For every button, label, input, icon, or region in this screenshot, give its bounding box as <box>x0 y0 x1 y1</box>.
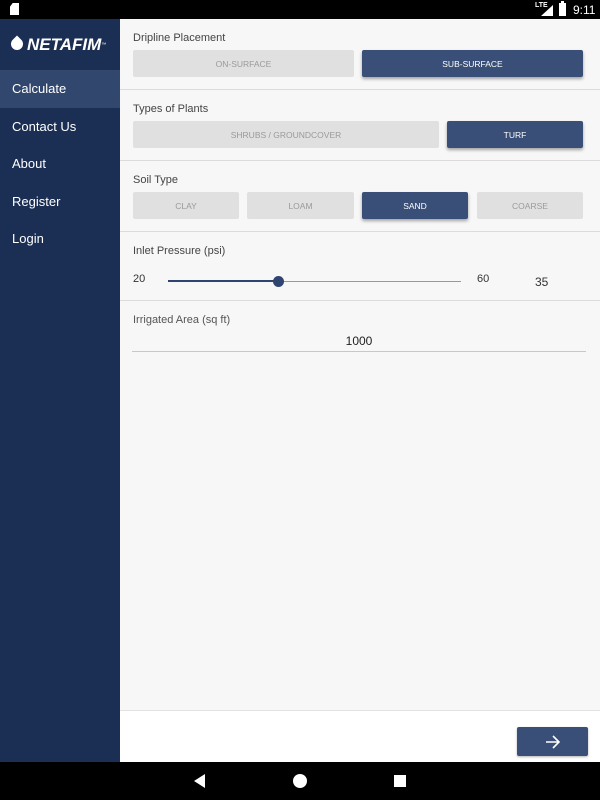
action-bar <box>120 710 600 762</box>
home-icon[interactable] <box>293 774 307 788</box>
sidebar-item-label: Login <box>12 231 44 247</box>
sidebar-item-register[interactable]: Register <box>0 183 120 221</box>
clock: 9:11 <box>573 3 596 17</box>
button-label: SUB-SURFACE <box>442 58 503 69</box>
button-label: SAND <box>403 200 427 211</box>
loam-button[interactable]: LOAM <box>247 192 354 219</box>
pressure-section: Inlet Pressure (psi) <box>120 232 600 301</box>
sidebar-item-label: Contact Us <box>12 118 77 134</box>
sidebar-item-label: About <box>12 156 46 172</box>
plants-title: Types of Plants <box>133 103 209 115</box>
sidebar-item-label: Register <box>12 193 61 209</box>
netafim-logo: NETAFIM ™ <box>0 19 120 70</box>
status-bar: LTE 9:11 <box>0 0 600 19</box>
pressure-value: 35 <box>535 275 549 289</box>
logo-text: NETAFIM <box>27 34 102 54</box>
button-label: CLAY <box>175 200 197 211</box>
button-label: LOAM <box>288 200 313 211</box>
sidebar-item-label: Calculate <box>12 81 67 97</box>
on-surface-button[interactable]: ON-SURFACE <box>133 50 354 77</box>
sidebar-item-contact-us[interactable]: Contact Us <box>0 108 120 146</box>
plants-section: Types of Plants SHRUBS / GROUNDCOVER TUR… <box>120 90 600 161</box>
button-label: SHRUBS / GROUNDCOVER <box>230 129 342 140</box>
irrigated-area-input[interactable] <box>132 331 586 352</box>
arrow-right-icon <box>545 734 560 749</box>
next-button[interactable] <box>517 727 588 756</box>
soil-title: Soil Type <box>133 174 179 186</box>
clay-button[interactable]: CLAY <box>133 192 239 219</box>
soil-section: Soil Type CLAY LOAM SAND COARSE <box>120 161 600 232</box>
button-label: COARSE <box>512 200 548 211</box>
shrubs-groundcover-button[interactable]: SHRUBS / GROUNDCOVER <box>133 121 439 148</box>
dripline-section: Dripline Placement ON-SURFACE SUB-SURFAC… <box>120 19 600 90</box>
droplet-icon <box>10 36 24 54</box>
button-label: TURF <box>503 129 527 140</box>
pressure-title: Inlet Pressure (psi) <box>133 245 226 257</box>
coarse-button[interactable]: COARSE <box>477 192 583 219</box>
network-type: LTE <box>535 2 548 9</box>
battery-icon <box>559 1 566 16</box>
pressure-slider[interactable] <box>168 276 461 287</box>
sand-button[interactable]: SAND <box>362 192 468 219</box>
slider-fill <box>168 280 278 282</box>
calculator-form: Dripline Placement ON-SURFACE SUB-SURFAC… <box>120 19 600 710</box>
sd-card-icon <box>10 3 19 15</box>
dripline-title: Dripline Placement <box>133 32 226 44</box>
button-label: ON-SURFACE <box>215 58 272 69</box>
sub-surface-button[interactable]: SUB-SURFACE <box>362 50 583 77</box>
recent-apps-icon[interactable] <box>394 775 406 787</box>
pressure-max-label: 60 <box>477 273 490 285</box>
sidebar-item-calculate[interactable]: Calculate <box>0 70 120 108</box>
sidebar-item-login[interactable]: Login <box>0 220 120 258</box>
logo-trademark: ™ <box>101 41 107 48</box>
pressure-min-label: 20 <box>133 273 146 285</box>
system-nav-bar <box>0 762 600 800</box>
area-label: Irrigated Area (sq ft) <box>133 314 231 326</box>
slider-thumb[interactable] <box>272 276 284 287</box>
turf-button[interactable]: TURF <box>447 121 583 148</box>
sidebar: NETAFIM ™ Calculate Contact Us About Reg… <box>0 19 120 762</box>
back-icon[interactable] <box>194 774 205 788</box>
sidebar-item-about[interactable]: About <box>0 145 120 183</box>
